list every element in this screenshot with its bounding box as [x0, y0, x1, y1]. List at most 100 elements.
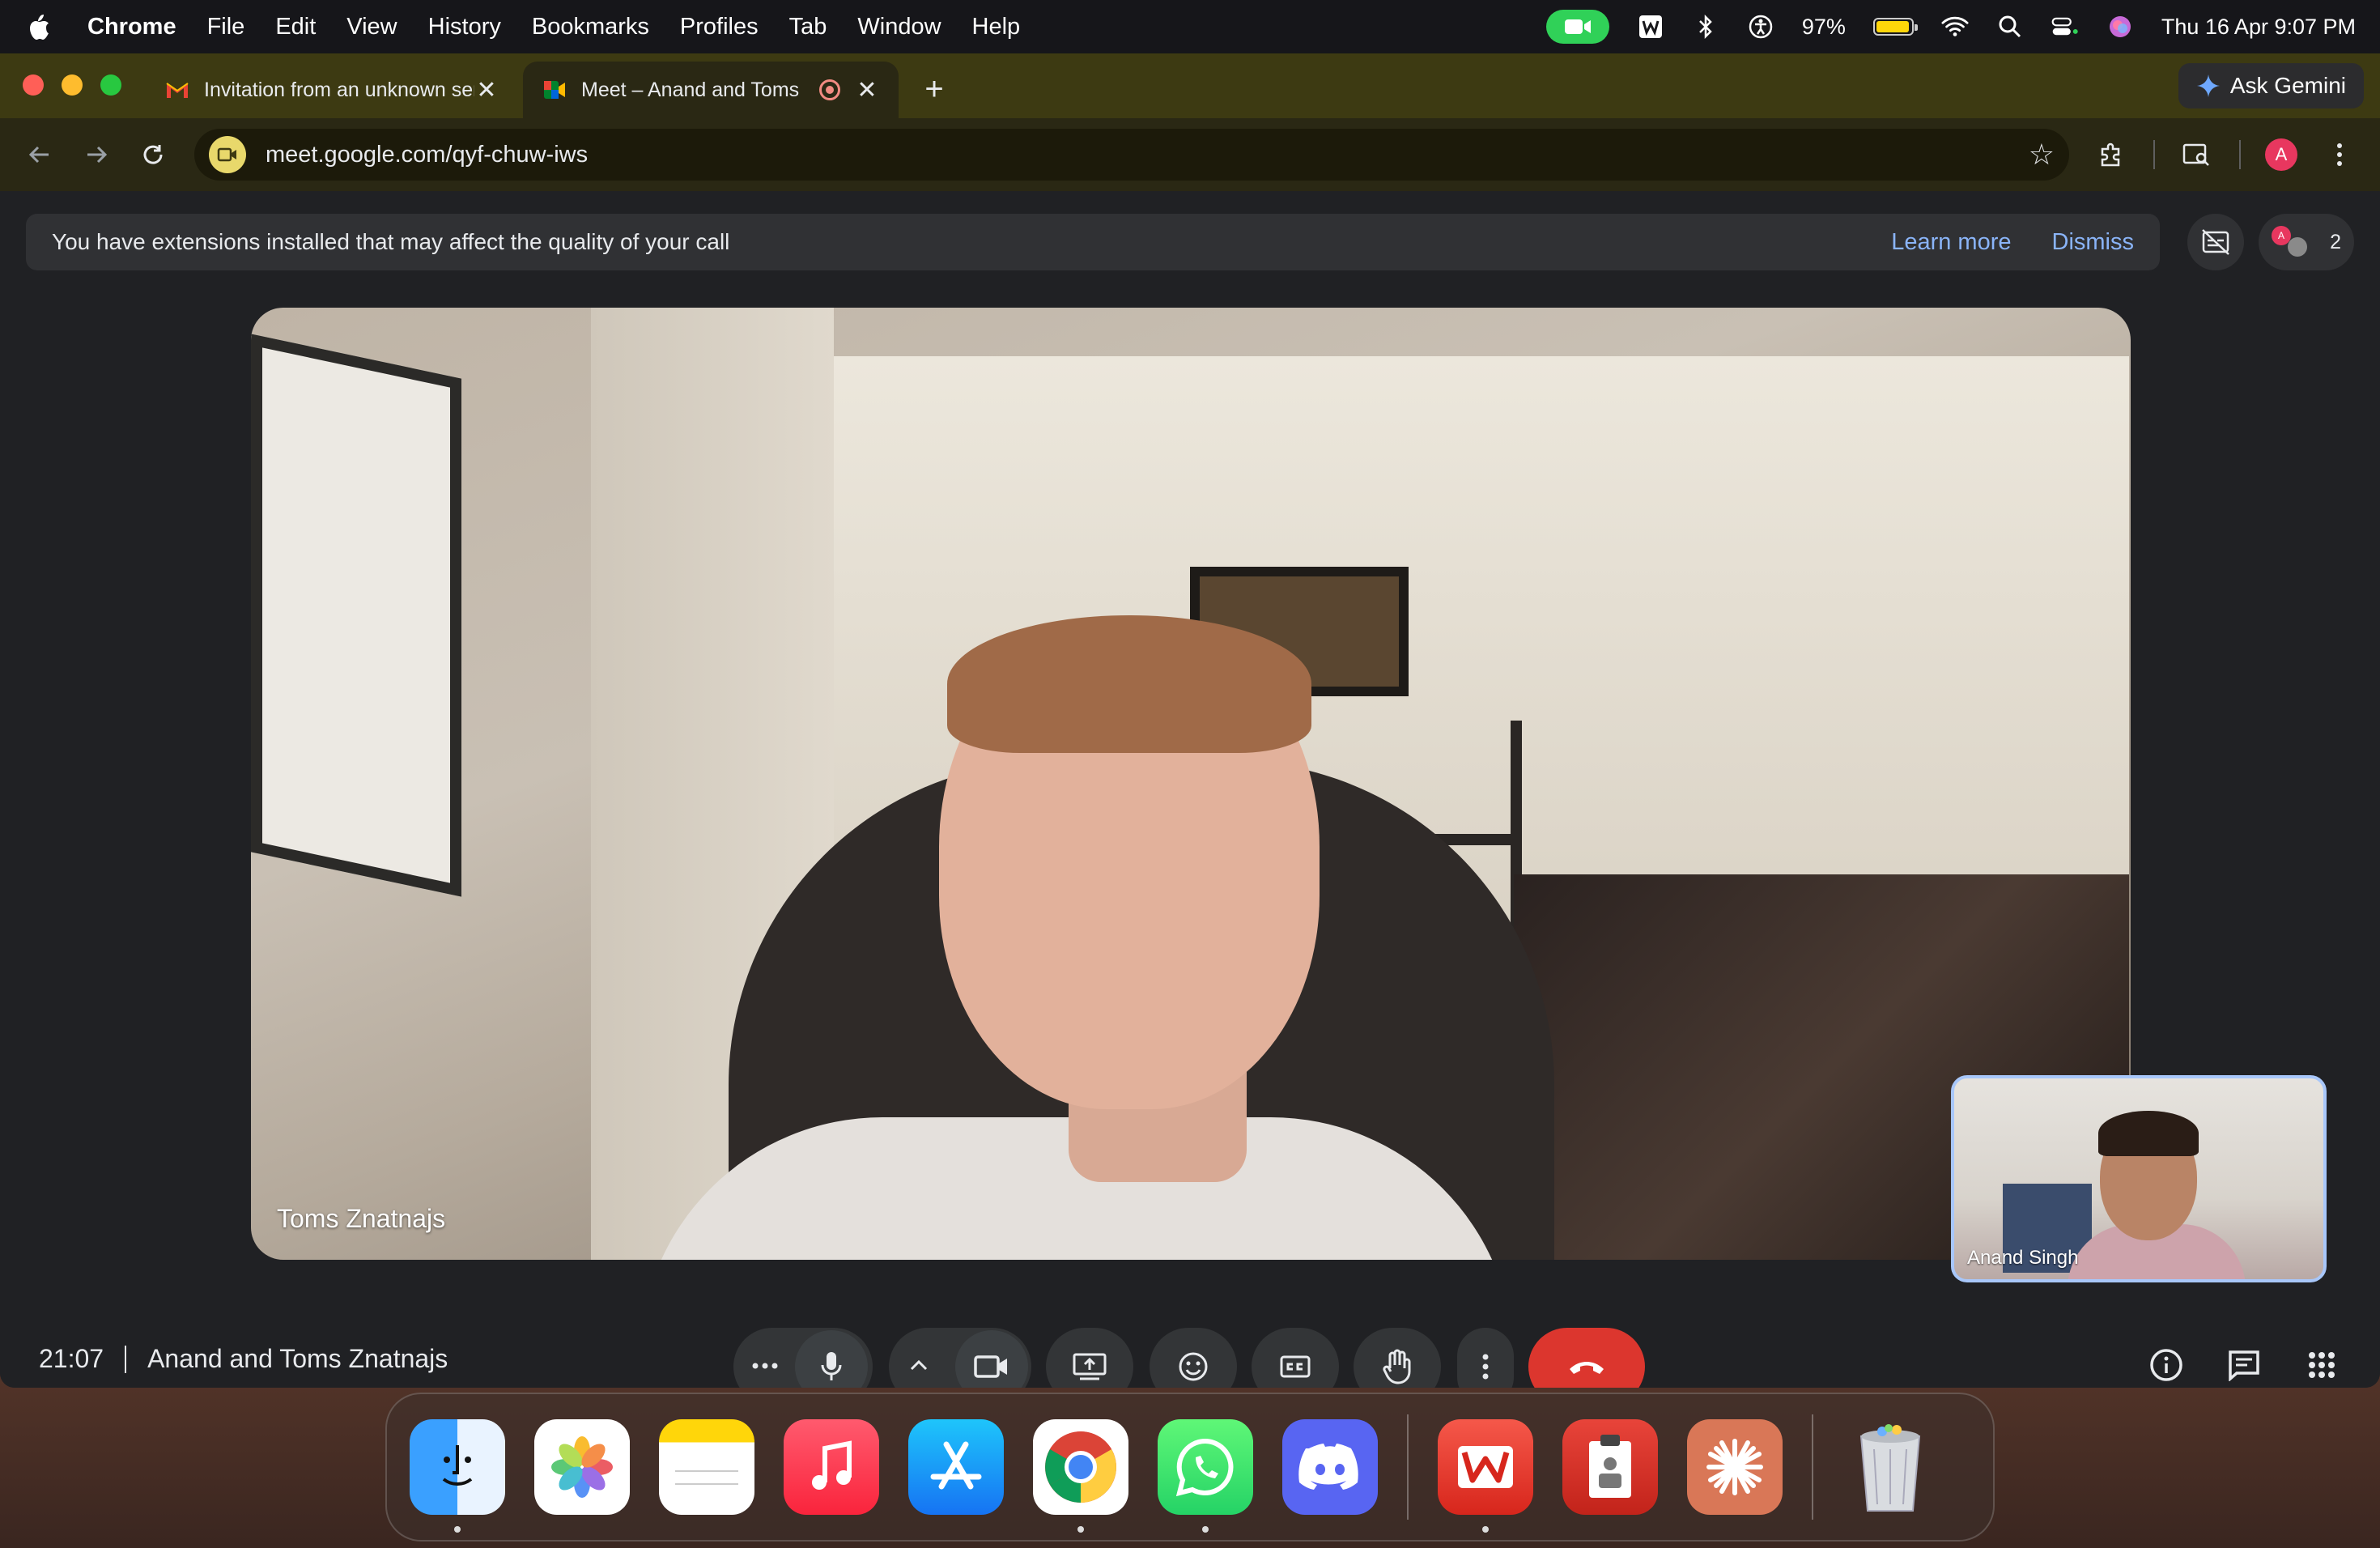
- menu-history[interactable]: History: [428, 14, 501, 40]
- tab-search-icon[interactable]: [2179, 137, 2215, 172]
- bluetooth-icon[interactable]: [1692, 13, 1719, 40]
- activities-button[interactable]: [2297, 1341, 2346, 1388]
- new-tab-button[interactable]: +: [918, 71, 950, 108]
- ask-gemini-button[interactable]: Ask Gemini: [2178, 63, 2364, 108]
- meeting-details-button[interactable]: [2142, 1341, 2191, 1388]
- dock-discord-icon[interactable]: [1282, 1419, 1378, 1515]
- menu-tab[interactable]: Tab: [789, 14, 827, 40]
- menu-view[interactable]: View: [346, 14, 397, 40]
- dock-running-indicator: [1077, 1526, 1084, 1533]
- avatar: [2288, 237, 2307, 257]
- close-tab-icon[interactable]: ✕: [855, 76, 879, 104]
- apple-icon[interactable]: [24, 12, 53, 41]
- dismiss-link[interactable]: Dismiss: [2052, 229, 2135, 256]
- more-options-button[interactable]: [1457, 1328, 1514, 1388]
- menu-bookmarks[interactable]: Bookmarks: [532, 14, 649, 40]
- dock-preview-icon[interactable]: [1562, 1419, 1658, 1515]
- tab-gmail[interactable]: Invitation from an unknown sender ✕: [146, 62, 518, 118]
- facetime-camera-icon[interactable]: [1545, 10, 1609, 44]
- zoom-window-button[interactable]: [100, 74, 121, 96]
- site-info-icon[interactable]: [209, 136, 246, 173]
- meeting-info: 21:07 Anand and Toms Znatnajs: [39, 1344, 448, 1374]
- main-participant-name: Toms Znatnajs: [277, 1204, 446, 1233]
- reactions-button[interactable]: [1150, 1328, 1237, 1388]
- dock-claude-icon[interactable]: [1687, 1419, 1783, 1515]
- raise-hand-button[interactable]: [1354, 1328, 1441, 1388]
- spotlight-search-icon[interactable]: [1996, 13, 2024, 40]
- camera-button[interactable]: [955, 1330, 1028, 1388]
- close-window-button[interactable]: [23, 74, 44, 96]
- window-controls: [23, 74, 121, 96]
- dock-trash-icon[interactable]: [1842, 1419, 1938, 1515]
- forward-button[interactable]: [76, 134, 117, 175]
- browser-toolbar: meet.google.com/qyf-chuw-iws ☆ A: [0, 118, 2380, 191]
- captions-off-button[interactable]: [2187, 214, 2244, 270]
- dock-running-indicator: [454, 1526, 461, 1533]
- participant-avatars: A: [2272, 226, 2310, 258]
- main-video-tile[interactable]: Toms Znatnajs: [251, 308, 2131, 1260]
- control-center-icon[interactable]: [2051, 13, 2079, 40]
- recording-indicator-icon: [819, 79, 840, 100]
- dock-running-indicator: [1482, 1526, 1489, 1533]
- video-background-whiteboard: [251, 334, 461, 897]
- back-arrow-icon: [28, 146, 49, 164]
- menu-file[interactable]: File: [207, 14, 245, 40]
- dock-wps-office-icon[interactable]: [1438, 1419, 1533, 1533]
- siri-icon[interactable]: [2106, 13, 2134, 40]
- address-bar[interactable]: meet.google.com/qyf-chuw-iws ☆: [194, 129, 2069, 181]
- toolbar-divider: [2239, 140, 2241, 169]
- back-button[interactable]: [19, 134, 60, 175]
- closed-captions-icon: [1280, 1355, 1311, 1378]
- audio-options-button[interactable]: [751, 1359, 779, 1374]
- dock-whatsapp-icon[interactable]: [1158, 1419, 1253, 1533]
- battery-icon[interactable]: [1872, 18, 1918, 36]
- dock-notes-icon[interactable]: [659, 1419, 754, 1515]
- meeting-clock: 21:07: [39, 1344, 104, 1373]
- dock-app-store-icon[interactable]: [908, 1419, 1004, 1515]
- chrome-menu-kebab-icon[interactable]: [2322, 137, 2357, 172]
- self-view-tile[interactable]: Anand Singh: [1951, 1075, 2327, 1282]
- extensions-puzzle-icon[interactable]: [2093, 137, 2129, 172]
- accessibility-icon[interactable]: [1747, 13, 1774, 40]
- tab-google-meet[interactable]: Meet – Anand and Toms Znatnajs ✕: [523, 62, 899, 118]
- menubar-datetime[interactable]: Thu 16 Apr 9:07 PM: [2161, 15, 2356, 40]
- learn-more-link[interactable]: Learn more: [1891, 229, 2011, 256]
- dock-finder-icon[interactable]: [410, 1419, 505, 1533]
- url-text[interactable]: meet.google.com/qyf-chuw-iws: [266, 142, 2029, 168]
- dock-divider: [1812, 1414, 1813, 1520]
- present-screen-button[interactable]: [1046, 1328, 1133, 1388]
- camera-icon: [974, 1355, 1007, 1378]
- emoji-icon: [1179, 1352, 1208, 1381]
- wps-icon[interactable]: [1637, 13, 1664, 40]
- wifi-icon[interactable]: [1941, 13, 1969, 40]
- chevron-up-icon: [910, 1359, 928, 1370]
- chrome-window: Invitation from an unknown sender ✕ Meet…: [0, 53, 2380, 1388]
- present-screen-icon: [1073, 1353, 1107, 1380]
- microphone-button[interactable]: [795, 1330, 868, 1388]
- macos-dock: [385, 1393, 1995, 1542]
- menu-profiles[interactable]: Profiles: [680, 14, 759, 40]
- hang-up-icon: [1570, 1362, 1604, 1374]
- menu-window[interactable]: Window: [857, 14, 941, 40]
- captions-button[interactable]: [1252, 1328, 1339, 1388]
- leave-call-button[interactable]: [1528, 1328, 1645, 1388]
- menu-edit[interactable]: Edit: [275, 14, 316, 40]
- reload-button[interactable]: [133, 134, 173, 175]
- google-meet-icon: [542, 78, 567, 102]
- dock-photos-icon[interactable]: [534, 1419, 630, 1515]
- menu-app-name[interactable]: Chrome: [87, 14, 176, 40]
- minimize-window-button[interactable]: [62, 74, 83, 96]
- chat-button[interactable]: [2220, 1341, 2268, 1388]
- close-tab-icon[interactable]: ✕: [474, 76, 499, 104]
- chat-icon: [2229, 1350, 2259, 1381]
- bookmark-star-icon[interactable]: ☆: [2029, 138, 2055, 172]
- participants-button[interactable]: A 2: [2259, 214, 2354, 270]
- video-options-button[interactable]: [910, 1359, 928, 1375]
- profile-avatar[interactable]: A: [2265, 138, 2297, 171]
- reload-icon: [143, 145, 163, 164]
- dock-music-icon[interactable]: [784, 1419, 879, 1515]
- gemini-sparkle-icon: [2196, 74, 2220, 97]
- call-controls-bar: 21:07 Anand and Toms Znatnajs: [0, 1318, 2380, 1388]
- menu-help[interactable]: Help: [972, 14, 1021, 40]
- dock-chrome-icon[interactable]: [1033, 1419, 1128, 1533]
